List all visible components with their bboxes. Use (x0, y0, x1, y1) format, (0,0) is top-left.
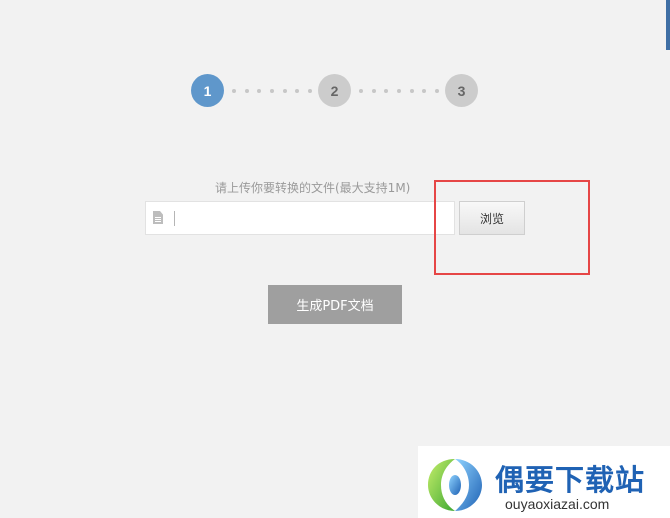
stepper: 1 2 3 (191, 74, 479, 108)
step-connector-2 (359, 89, 439, 93)
watermark-title: 偶要下载站 (495, 463, 646, 497)
upload-hint: 请上传你要转换的文件(最大支持1M) (215, 181, 411, 195)
step-1: 1 (191, 74, 224, 107)
watermark-logo-icon (428, 459, 482, 511)
page: 1 2 3 请上传你要转换的文件(最大支持1M) 浏览 生成PDF文档 偶要下载… (0, 0, 670, 518)
step-connector-1 (232, 89, 312, 93)
watermark-url: ouyaoxiazai.com (505, 496, 610, 512)
file-icon (153, 211, 163, 224)
text-caret (174, 211, 175, 226)
generate-pdf-button[interactable]: 生成PDF文档 (268, 285, 402, 324)
file-path-field[interactable] (145, 201, 455, 235)
browse-button[interactable]: 浏览 (459, 201, 525, 235)
file-path-input[interactable] (178, 204, 452, 234)
step-3: 3 (445, 74, 478, 107)
step-2: 2 (318, 74, 351, 107)
window-edge-bar (666, 0, 670, 50)
